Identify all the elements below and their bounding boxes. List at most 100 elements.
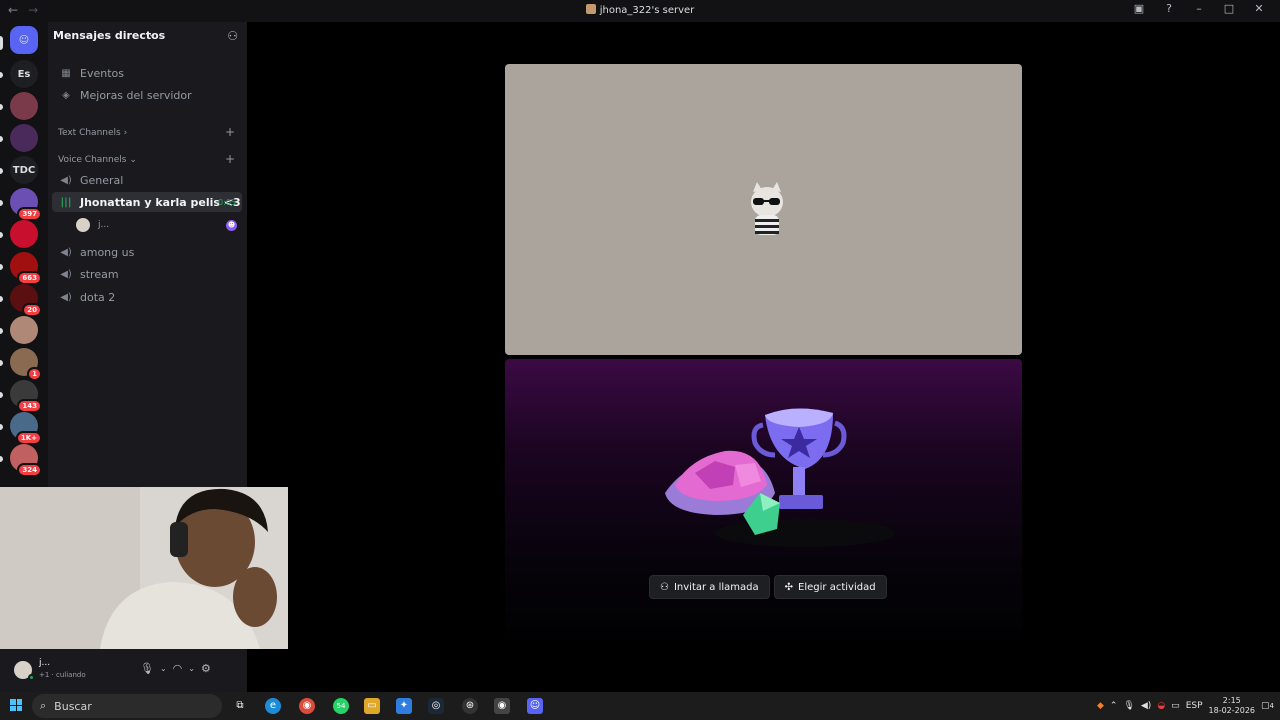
chrome-icon[interactable]: ◉ bbox=[299, 698, 315, 714]
server-boosts-link[interactable]: ◈ Mejoras del servidor bbox=[52, 85, 242, 105]
unread-pip bbox=[0, 104, 3, 110]
headphones-icon[interactable]: ◠ bbox=[173, 662, 183, 676]
choose-activity-button[interactable]: ✣ Elegir actividad bbox=[773, 575, 887, 599]
chevron-down-icon[interactable]: ⌄ bbox=[188, 662, 195, 676]
voice-activity-icon: ||| bbox=[60, 196, 72, 208]
invite-people-icon[interactable]: ⚇ bbox=[227, 29, 238, 43]
file-explorer-icon[interactable]: ▭ bbox=[364, 698, 380, 714]
whatsapp-badge: 54 bbox=[336, 702, 346, 710]
participant-tile[interactable] bbox=[505, 64, 1022, 355]
notification-icon[interactable]: ▢4 bbox=[1261, 701, 1274, 711]
windows-start-icon[interactable] bbox=[10, 699, 22, 711]
guild-icon[interactable]: 143 bbox=[10, 380, 42, 413]
mention-badge: 1 bbox=[27, 367, 42, 381]
voice-participant[interactable]: j... ☻ bbox=[76, 217, 241, 233]
notification-count: 4 bbox=[1269, 702, 1274, 710]
guild-icon[interactable] bbox=[10, 316, 38, 344]
voice-channel-general[interactable]: ◀) General bbox=[52, 170, 242, 190]
guild-icon[interactable] bbox=[10, 92, 38, 120]
volume-icon[interactable]: ◀) bbox=[1141, 701, 1151, 711]
mention-badge: 143 bbox=[17, 399, 42, 413]
action-buttons: ⚇ Invitar a llamada ✣ Elegir actividad bbox=[649, 575, 887, 599]
eye-app-icon[interactable]: ◉ bbox=[494, 698, 510, 714]
chevron-right-icon: › bbox=[123, 128, 128, 138]
minimize-button[interactable]: – bbox=[1184, 2, 1214, 15]
trophy-illustration-icon bbox=[665, 408, 895, 547]
fire-app-icon[interactable]: ◆ bbox=[1097, 701, 1104, 711]
edge-icon[interactable]: e bbox=[265, 698, 281, 714]
guild-icon[interactable] bbox=[10, 220, 38, 248]
unread-pip bbox=[0, 360, 3, 366]
taskbar-search[interactable]: ⌕ Buscar bbox=[32, 694, 222, 718]
gear-icon[interactable]: ⚙ bbox=[201, 662, 211, 676]
discord-taskbar-icon[interactable]: ☺ bbox=[527, 698, 543, 714]
channel-sidebar: Mensajes directos ⌄ ⚇ ▦ Eventos ◈ Mejoras … bbox=[48, 22, 247, 488]
voice-channel-among-us[interactable]: ◀) among us bbox=[52, 242, 242, 262]
guild-icon[interactable]: 397 bbox=[10, 188, 42, 221]
language-indicator[interactable]: ESP bbox=[1186, 701, 1203, 711]
mention-badge: 20 bbox=[22, 303, 42, 317]
invite-to-call-button[interactable]: ⚇ Invitar a llamada bbox=[649, 575, 770, 599]
openai-icon[interactable]: ⊛ bbox=[462, 698, 478, 714]
voice-channel-stream[interactable]: ◀) stream bbox=[52, 264, 242, 284]
guild-icon[interactable]: 324 bbox=[10, 444, 42, 477]
copilot-icon[interactable]: ✦ bbox=[396, 698, 412, 714]
selected-pip bbox=[0, 36, 3, 50]
unread-pip bbox=[0, 456, 3, 462]
create-text-channel-button[interactable]: + bbox=[225, 125, 235, 139]
window-controls: ▣ ? – □ ✕ bbox=[1124, 2, 1274, 15]
chevron-down-icon[interactable]: ⌄ bbox=[148, 29, 156, 40]
add-person-icon: ⚇ bbox=[660, 581, 669, 593]
inbox-icon[interactable]: ▣ bbox=[1124, 2, 1154, 15]
microphone-icon[interactable]: 🎙︎ bbox=[140, 662, 154, 676]
voice-channel-active[interactable]: ||| Jhonattan y karla pelis <3 0:05 bbox=[52, 192, 242, 212]
server-list: ☺ Es TDC 397 663 20 1 143 1K+ 324 bbox=[0, 22, 48, 488]
search-icon: ⌕ bbox=[40, 699, 47, 712]
guild-icon[interactable]: 1 bbox=[10, 348, 42, 381]
guild-icon[interactable] bbox=[10, 124, 38, 152]
category-label: Text Channels bbox=[58, 128, 121, 138]
guild-label: Es bbox=[17, 68, 31, 80]
unread-pip bbox=[0, 392, 3, 398]
category-voice-channels[interactable]: Voice Channels ⌄ bbox=[58, 155, 137, 165]
guild-tdc[interactable]: TDC bbox=[10, 156, 38, 184]
clock[interactable]: 2:15 18-02-2026 bbox=[1209, 696, 1256, 716]
boost-icon: ◈ bbox=[62, 89, 70, 101]
webcam-person-image bbox=[0, 487, 288, 649]
mention-badge: 324 bbox=[17, 463, 42, 477]
category-text-channels[interactable]: Text Channels › bbox=[58, 128, 127, 138]
guild-label: TDC bbox=[12, 164, 36, 176]
voice-channel-dota-2[interactable]: ◀) dota 2 bbox=[52, 287, 242, 307]
guild-icon[interactable]: 663 bbox=[10, 252, 42, 285]
guild-es[interactable]: Es bbox=[10, 60, 38, 88]
close-button[interactable]: ✕ bbox=[1244, 2, 1274, 15]
call-view: ⚇ Invitar a llamada ✣ Elegir actividad bbox=[247, 22, 1280, 692]
custom-status: +1 · culiando bbox=[39, 671, 86, 679]
discord-logo-icon: ☺ bbox=[18, 34, 30, 46]
speaker-icon: ◀) bbox=[60, 174, 72, 186]
steam-icon[interactable]: ◎ bbox=[428, 698, 444, 714]
home-button[interactable]: ☺ bbox=[10, 26, 38, 54]
battery-icon[interactable]: ▭ bbox=[1171, 701, 1180, 711]
chevron-down-icon[interactable]: ⌄ bbox=[160, 662, 167, 676]
whatsapp-icon[interactable]: 54 bbox=[333, 698, 349, 714]
network-icon[interactable]: ◒ bbox=[1157, 701, 1165, 711]
events-link[interactable]: ▦ Eventos bbox=[52, 63, 242, 83]
create-voice-channel-button[interactable]: + bbox=[225, 152, 235, 166]
guild-icon[interactable]: 20 bbox=[10, 284, 42, 317]
help-icon[interactable]: ? bbox=[1154, 2, 1184, 15]
tray-overflow-icon[interactable]: ⌃ bbox=[1110, 701, 1118, 711]
mic-tray-icon[interactable]: 🎙︎ bbox=[1123, 701, 1134, 711]
channel-name: dota 2 bbox=[80, 290, 116, 304]
mention-badge: 1K+ bbox=[15, 431, 42, 445]
sidebar-header[interactable]: Mensajes directos ⌄ ⚇ bbox=[48, 22, 247, 52]
guild-icon[interactable]: 1K+ bbox=[10, 412, 42, 445]
window-title: jhona_322's server bbox=[0, 4, 1280, 16]
online-status-icon bbox=[28, 674, 35, 681]
maximize-button[interactable]: □ bbox=[1214, 2, 1244, 15]
cat-avatar-icon bbox=[751, 182, 783, 235]
category-label: Voice Channels bbox=[58, 155, 127, 165]
channel-name: among us bbox=[80, 245, 135, 259]
task-view-icon[interactable]: ⧉ bbox=[232, 698, 248, 714]
speaker-icon: ◀) bbox=[60, 291, 72, 303]
